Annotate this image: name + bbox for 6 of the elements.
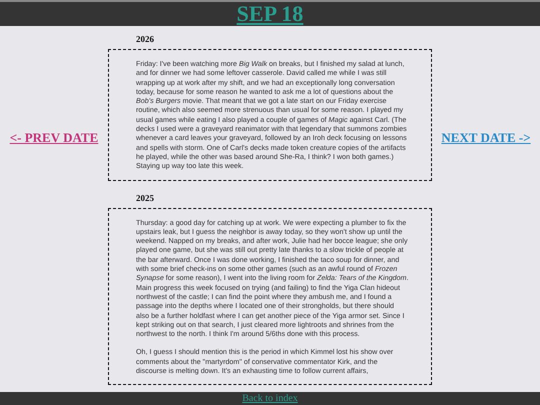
prev-date-link[interactable]: <- PREV DATE bbox=[10, 130, 98, 146]
next-date-link[interactable]: NEXT DATE -> bbox=[441, 130, 531, 146]
back-to-index-link[interactable]: Back to index bbox=[242, 394, 298, 404]
year-heading: 2026 bbox=[136, 34, 155, 44]
year-heading: 2025 bbox=[136, 192, 155, 203]
date-title-link[interactable]: SEP 18 bbox=[236, 3, 304, 25]
